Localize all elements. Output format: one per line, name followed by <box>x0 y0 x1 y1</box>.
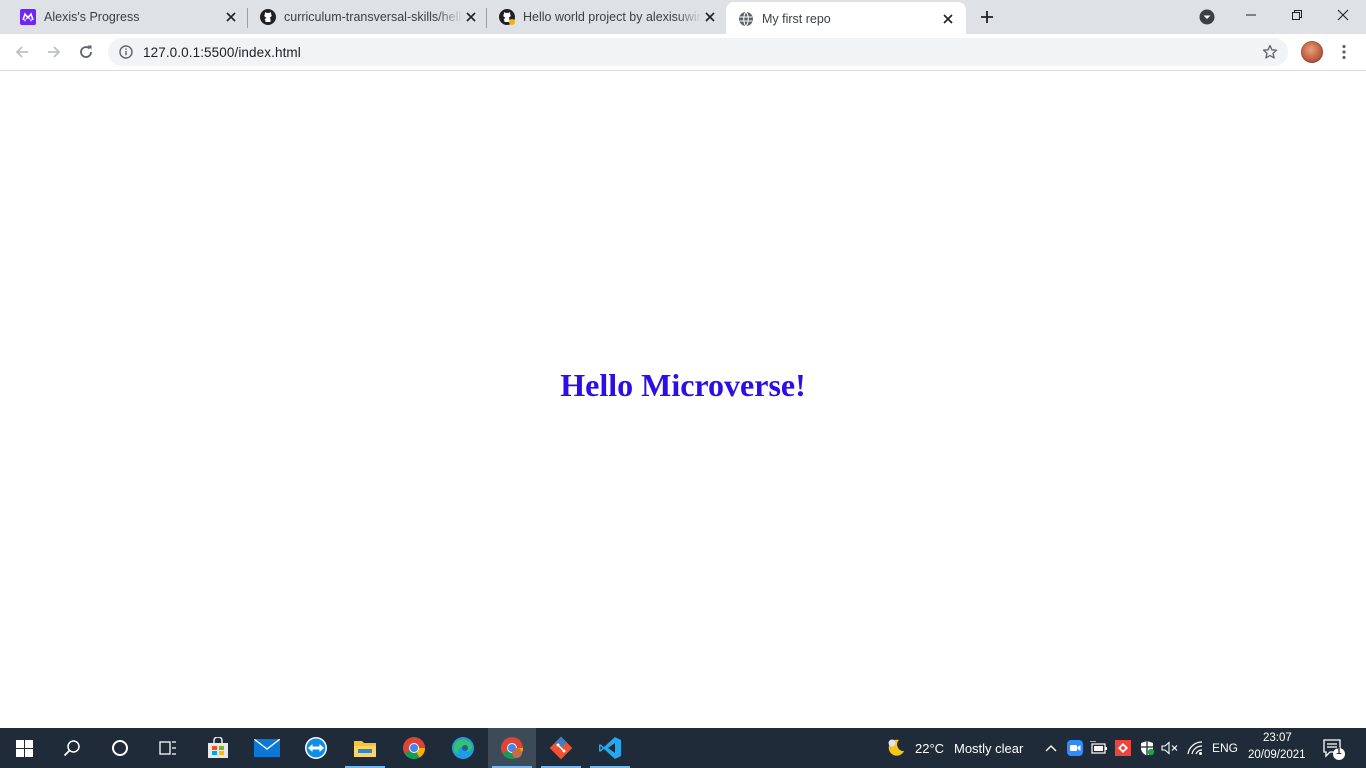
page-heading: Hello Microverse! <box>560 367 806 403</box>
weather-temperature: 22°C <box>915 741 945 756</box>
action-center-icon[interactable] <box>1322 737 1346 761</box>
tab-my-first-repo[interactable]: My first repo <box>726 2 966 36</box>
tab-title: My first repo <box>762 12 831 26</box>
clock-date[interactable]: 20/09/2021 <box>1248 749 1306 761</box>
tab-hello-world-project[interactable]: Hello world project by alexisuwingimana <box>479 0 726 34</box>
clock-time[interactable]: 23:07 <box>1263 732 1292 744</box>
volume-muted-icon[interactable] <box>1161 739 1179 757</box>
forward-icon[interactable] <box>40 38 68 66</box>
microverse-icon <box>20 9 36 25</box>
zoom-icon[interactable] <box>1066 739 1084 757</box>
close-tab-icon[interactable] <box>223 9 239 25</box>
address-bar[interactable]: 127.0.0.1:5500/index.html <box>108 38 1288 66</box>
anydesk-icon[interactable] <box>1114 739 1132 757</box>
tab-title: Alexis's Progress <box>44 10 140 24</box>
cortana-icon[interactable] <box>96 728 144 768</box>
tab-curriculum-transversal-skills[interactable]: curriculum-transversal-skills/hello <box>240 0 487 34</box>
search-icon[interactable] <box>48 728 96 768</box>
wifi-icon[interactable] <box>1186 739 1204 757</box>
more-menu-icon[interactable] <box>1334 40 1354 64</box>
close-window-icon[interactable] <box>1320 0 1366 30</box>
reload-icon[interactable] <box>72 38 100 66</box>
globe-icon <box>738 11 754 27</box>
tab-alexis-progress[interactable]: Alexis's Progress <box>0 0 247 34</box>
close-tab-icon[interactable] <box>940 11 956 27</box>
tab-search-icon[interactable] <box>1197 7 1217 27</box>
edge-icon[interactable] <box>439 728 487 768</box>
security-shield-icon[interactable] <box>1138 739 1156 757</box>
chrome-icon[interactable] <box>390 728 438 768</box>
restore-icon[interactable] <box>1274 0 1320 30</box>
vscode-icon[interactable] <box>586 728 634 768</box>
notification-count: 1 <box>1336 746 1342 757</box>
mail-icon[interactable] <box>243 728 291 768</box>
back-icon[interactable] <box>8 38 36 66</box>
close-tab-icon[interactable] <box>702 9 718 25</box>
tab-title: Hello world project by alexisuwingimana <box>523 10 702 24</box>
close-tab-icon[interactable] <box>463 9 479 25</box>
weather-condition: Mostly clear <box>954 741 1024 756</box>
teamviewer-icon[interactable] <box>292 728 340 768</box>
chrome-profile-icon[interactable] <box>488 728 536 768</box>
page-content: Hello Microverse! <box>0 71 1366 728</box>
show-hidden-icons-icon[interactable] <box>1042 739 1060 757</box>
minimize-icon[interactable] <box>1228 0 1274 30</box>
bookmark-star-icon[interactable] <box>1262 44 1278 60</box>
battery-icon[interactable] <box>1090 739 1108 757</box>
file-explorer-icon[interactable] <box>341 728 389 768</box>
git-icon[interactable] <box>537 728 585 768</box>
site-info-icon[interactable] <box>118 44 134 60</box>
windows-taskbar: 22°C Mostly clear ENG 23:07 20/09/2021 1 <box>0 728 1366 768</box>
weather-moon-icon[interactable] <box>885 737 907 759</box>
github-icon <box>260 9 276 25</box>
profile-avatar[interactable] <box>1301 41 1323 63</box>
github-icon <box>499 9 515 25</box>
tab-strip: Alexis's Progress curriculum-transversal… <box>0 0 1366 36</box>
start-icon[interactable] <box>0 728 48 768</box>
task-view-icon[interactable] <box>144 728 192 768</box>
tab-title: curriculum-transversal-skills/hello <box>284 10 463 24</box>
language-indicator[interactable]: ENG <box>1212 741 1238 755</box>
store-icon[interactable] <box>194 728 242 768</box>
browser-toolbar: 127.0.0.1:5500/index.html <box>0 34 1366 71</box>
new-tab-icon[interactable] <box>976 6 998 28</box>
url-text: 127.0.0.1:5500/index.html <box>143 44 301 60</box>
